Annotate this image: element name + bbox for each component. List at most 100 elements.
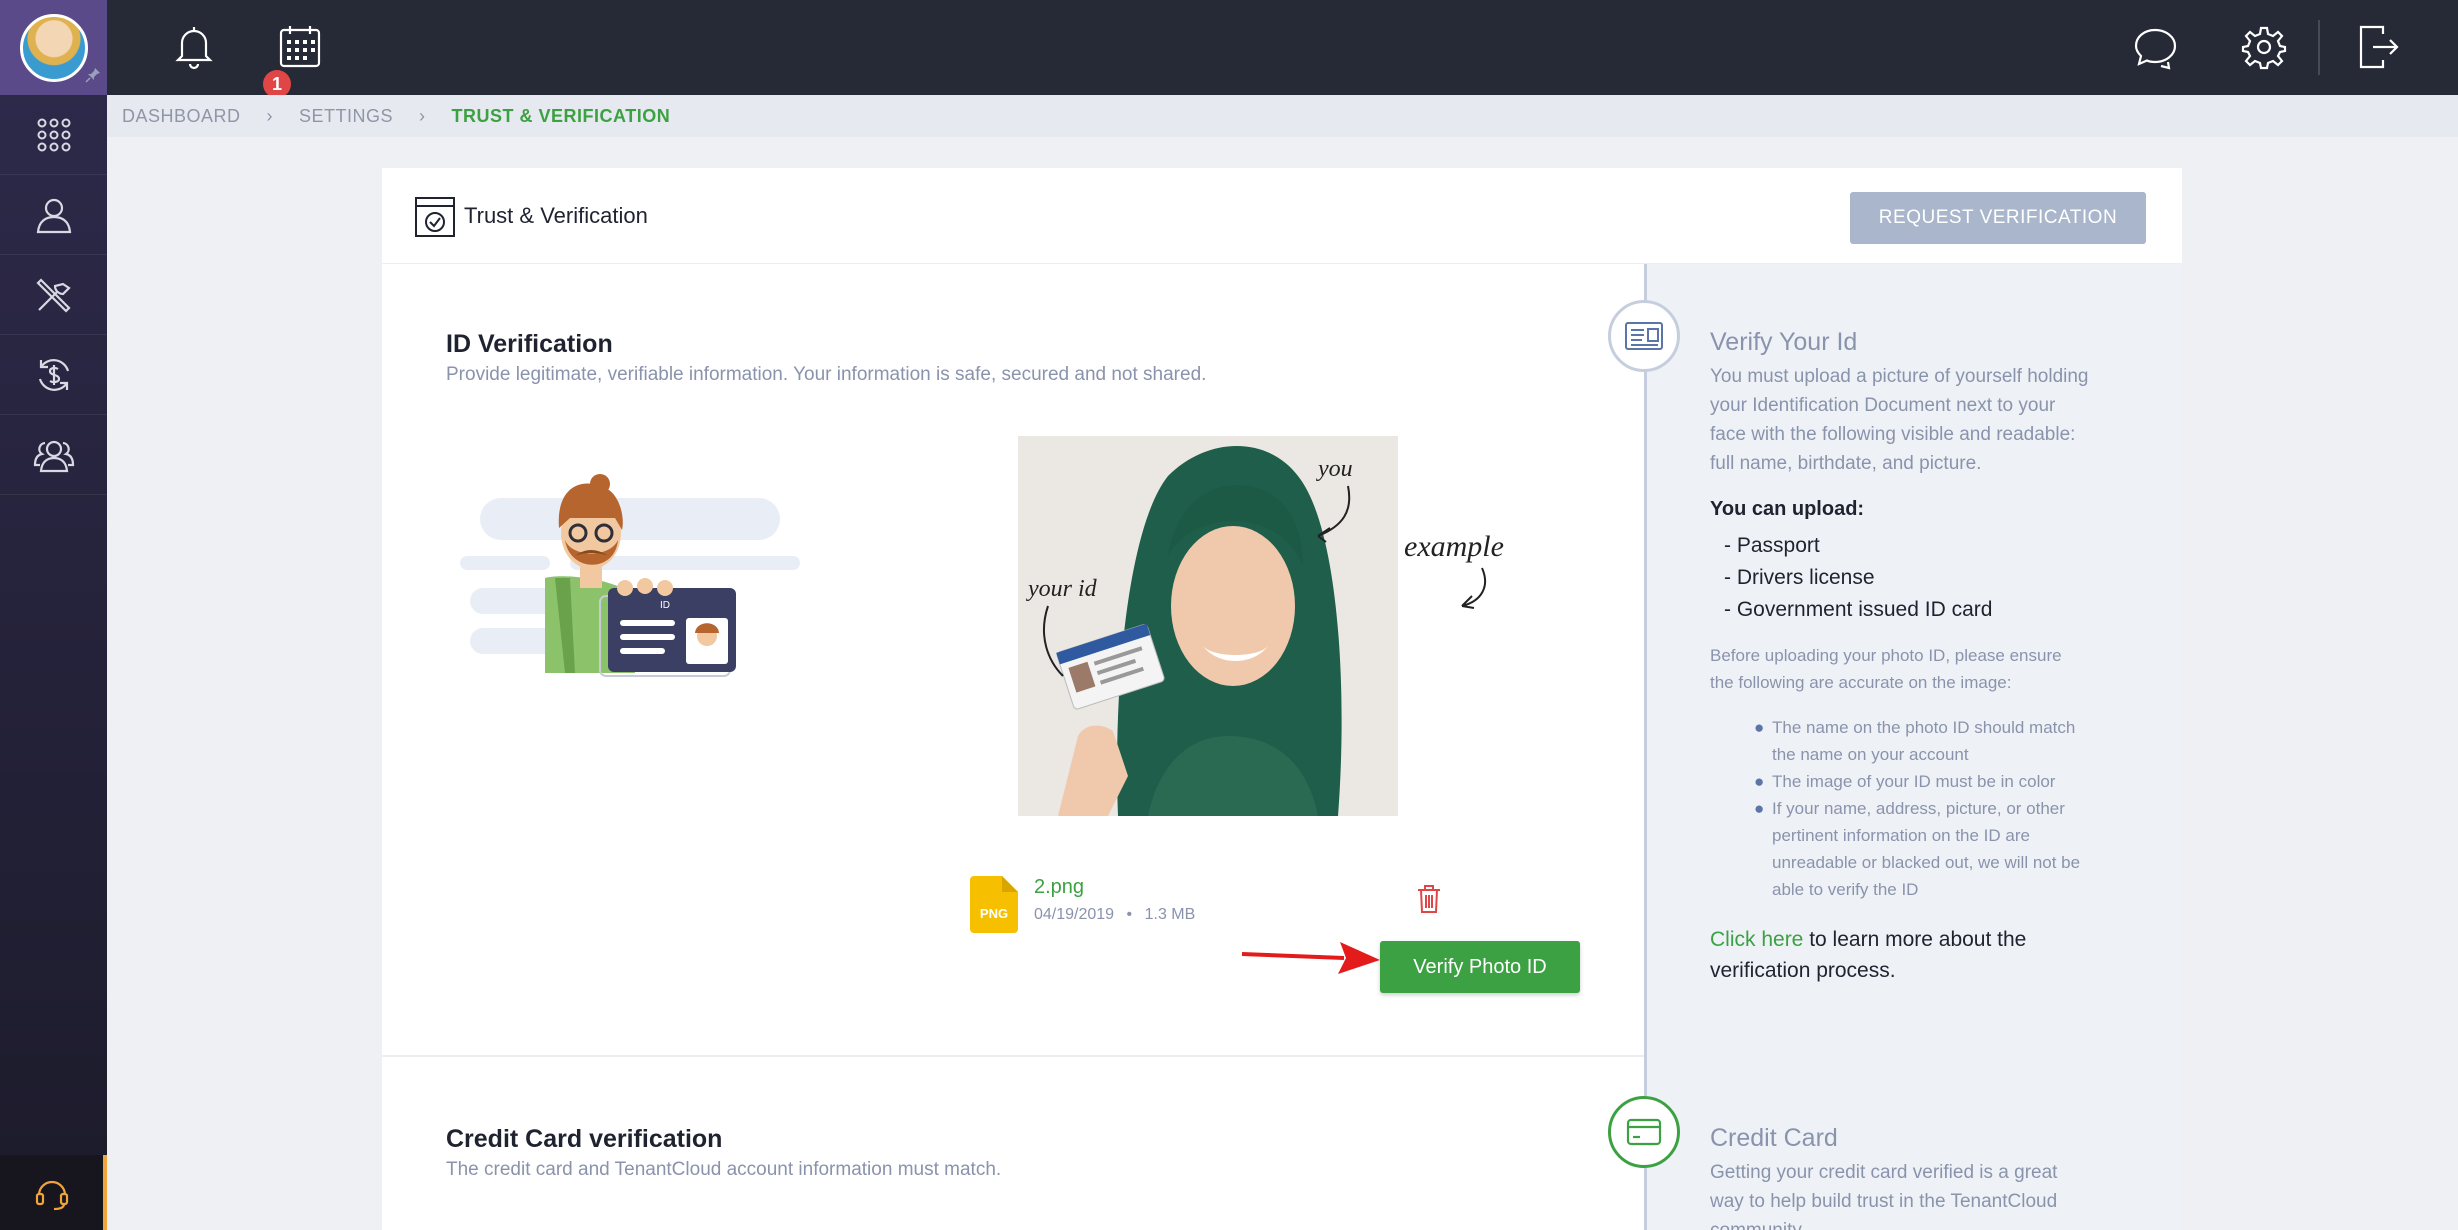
notification-badge: 1: [263, 70, 291, 98]
description-line: full name, birthdate, and picture.: [1710, 453, 1982, 474]
id-verification-title: ID Verification: [446, 330, 613, 358]
checklist-line: The name on the photo ID should match: [1772, 718, 2076, 737]
upload-option: - Drivers license: [1724, 566, 1875, 589]
breadcrumb-current: TRUST & VERIFICATION: [451, 105, 671, 126]
upload-option: - Passport: [1724, 534, 1820, 557]
sidebar-item-profile[interactable]: [0, 175, 107, 255]
logout-button[interactable]: [2353, 22, 2403, 72]
card-title: Trust & Verification: [464, 203, 648, 228]
gear-icon: [2241, 26, 2287, 70]
verified-window-icon: [415, 197, 455, 237]
id-card-label: ID: [660, 600, 670, 611]
grid-dots-icon: [37, 118, 70, 151]
calendar-icon: [279, 26, 321, 68]
file-name-link[interactable]: 2.png: [1034, 876, 1084, 899]
description-line: face with the following visible and read…: [1710, 424, 2076, 445]
user-icon: [36, 198, 71, 233]
ensure-line: Before uploading your photo ID, please e…: [1710, 646, 2062, 665]
sidebar-item-contacts[interactable]: [0, 415, 107, 495]
verify-id-description: You must upload a picture of yourself ho…: [1710, 362, 2089, 478]
checklist-line: the name on your account: [1772, 745, 1969, 764]
tools-icon: [35, 277, 71, 313]
example-photo-illustration: you your id: [1018, 436, 1398, 816]
label-example: example: [1404, 530, 1504, 563]
users-icon: [33, 440, 74, 472]
curved-arrow-icon: [1461, 567, 1487, 609]
upload-options-list: - Passport - Drivers license - Governmen…: [1724, 530, 1992, 626]
verify-photo-id-button[interactable]: Verify Photo ID: [1380, 941, 1580, 993]
bullet-icon: ●: [1754, 718, 1765, 737]
avatar-container: [0, 0, 107, 95]
panel-line: way to help build trust in the TenantClo…: [1710, 1191, 2058, 1212]
bullet-icon: ●: [1754, 799, 1765, 818]
checklist: ● The name on the photo ID should match …: [1754, 714, 2172, 903]
checklist-line: The image of your ID must be in color: [1772, 772, 2056, 791]
checklist-line: pertinent information on the ID are: [1772, 826, 2030, 845]
id-card-icon: [1625, 322, 1663, 350]
breadcrumb: DASHBOARD › SETTINGS › TRUST & VERIFICAT…: [107, 95, 2458, 137]
panel-line: community.: [1710, 1216, 2057, 1230]
file-size: 1.3 MB: [1144, 906, 1196, 923]
calendar-button[interactable]: [275, 22, 325, 72]
id-illustration: ID: [460, 474, 800, 677]
description-line: your Identification Document next to you…: [1710, 395, 2056, 416]
breadcrumb-dashboard[interactable]: DASHBOARD: [122, 106, 241, 127]
can-upload-label: You can upload:: [1710, 498, 1865, 520]
red-arrow-indicator: [1241, 942, 1380, 974]
pin-icon[interactable]: [85, 67, 101, 83]
messages-button[interactable]: [2131, 22, 2181, 72]
label-you: you: [1316, 456, 1353, 482]
credit-card-panel-text: Getting your credit card verified is a g…: [1710, 1158, 2057, 1230]
file-type-badge: PNG: [979, 906, 1009, 921]
png-file-icon: PNG: [970, 876, 1018, 933]
file-date: 04/19/2019: [1034, 906, 1115, 923]
verify-id-title: Verify Your Id: [1710, 328, 1858, 356]
checklist-line: able to verify the ID: [1772, 880, 1919, 899]
settings-button[interactable]: [2239, 22, 2289, 72]
section-divider: [382, 1055, 1644, 1057]
checklist-item: ● If your name, address, picture, or oth…: [1754, 795, 2172, 903]
chevron-right-icon: ›: [266, 105, 274, 126]
id-step-circle: [1608, 300, 1680, 372]
learn-more-text: Click here to learn more about the verif…: [1710, 924, 2026, 986]
learn-more-line: verification process.: [1710, 959, 1896, 982]
checklist-item: ● The name on the photo ID should match …: [1754, 714, 2172, 768]
credit-card-step-circle: [1608, 1096, 1680, 1168]
checklist-line: If your name, address, picture, or other: [1772, 799, 2065, 818]
label-your-id: your id: [1026, 576, 1098, 602]
meta-separator: •: [1126, 906, 1133, 923]
request-verification-button[interactable]: REQUEST VERIFICATION: [1850, 192, 2146, 244]
trust-verification-card: Trust & Verification REQUEST VERIFICATIO…: [382, 168, 2182, 1230]
panel-line: Getting your credit card verified is a g…: [1710, 1162, 2058, 1183]
ensure-line: the following are accurate on the image:: [1710, 673, 2012, 692]
top-bar: 1: [107, 0, 2458, 98]
upload-option: - Government issued ID card: [1724, 598, 1993, 621]
headset-icon: [35, 1180, 68, 1210]
description-line: You must upload a picture of yourself ho…: [1710, 366, 2089, 387]
money-cycle-icon: [38, 358, 69, 391]
checklist-item: ● The image of your ID must be in color: [1754, 768, 2172, 795]
credit-card-title: Credit Card verification: [446, 1125, 723, 1153]
sidebar-support[interactable]: [0, 1155, 107, 1230]
sidebar-item-maintenance[interactable]: [0, 255, 107, 335]
credit-card-panel-title: Credit Card: [1710, 1124, 1838, 1152]
click-here-link[interactable]: Click here: [1710, 928, 1803, 951]
sidebar-item-accounting[interactable]: [0, 335, 107, 415]
checklist-line: unreadable or blacked out, we will not b…: [1772, 853, 2081, 872]
credit-card-subtitle: The credit card and TenantCloud account …: [446, 1159, 1002, 1180]
chat-bubbles-icon: [2134, 28, 2177, 70]
ensure-text: Before uploading your photo ID, please e…: [1710, 642, 2062, 696]
card-header: Trust & Verification REQUEST VERIFICATIO…: [382, 168, 2182, 264]
notifications-button[interactable]: 1: [169, 22, 291, 98]
trash-icon[interactable]: [1416, 884, 1442, 914]
file-meta: 04/19/2019 • 1.3 MB: [1034, 906, 1195, 924]
bell-icon: [175, 27, 213, 70]
bullet-icon: ●: [1754, 772, 1765, 791]
sidebar-item-apps[interactable]: [0, 95, 107, 175]
user-avatar[interactable]: [19, 13, 88, 82]
learn-more-line: to learn more about the: [1803, 928, 2027, 951]
sidebar: [0, 0, 107, 1230]
topbar-divider: [2318, 20, 2320, 75]
breadcrumb-settings[interactable]: SETTINGS: [299, 106, 393, 127]
credit-card-icon: [1626, 1118, 1662, 1146]
